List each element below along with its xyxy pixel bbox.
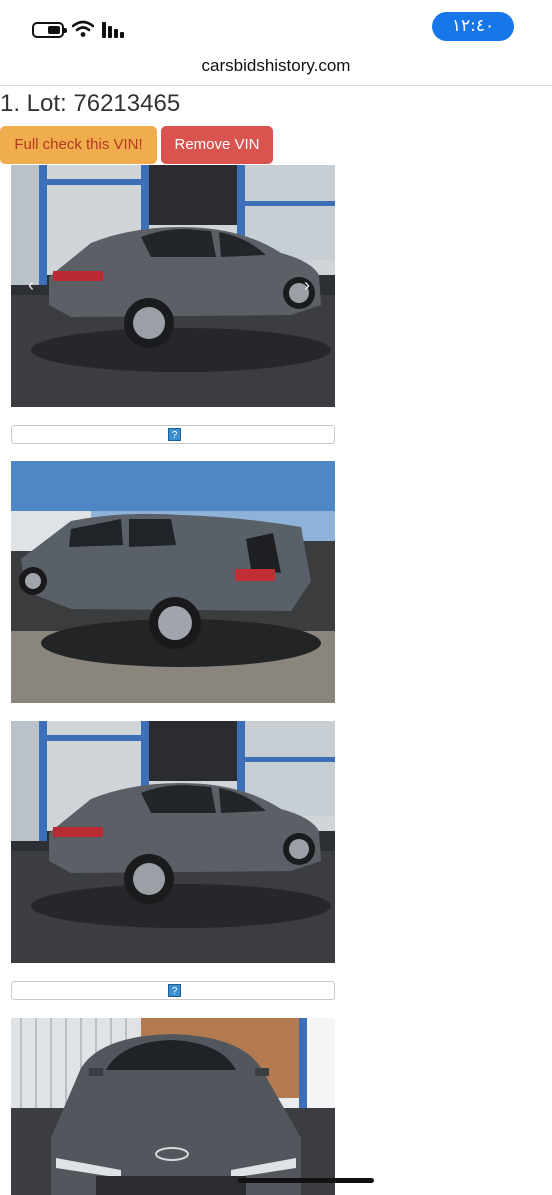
battery-icon: [32, 22, 67, 38]
car-photo-2[interactable]: [11, 461, 335, 703]
signal-icon: [102, 22, 128, 38]
status-time[interactable]: ١٢:٤٠: [432, 12, 514, 41]
wifi-icon: [72, 20, 94, 37]
remove-vin-button[interactable]: Remove VIN: [161, 126, 273, 164]
car-photo-3[interactable]: [11, 721, 335, 963]
previous-photo-icon[interactable]: ‹: [28, 276, 42, 294]
car-photo-1[interactable]: [11, 165, 335, 407]
lot-title: 1. Lot: 76213465: [0, 90, 181, 117]
help-icon[interactable]: ?: [168, 984, 181, 997]
full-check-vin-button[interactable]: Full check this VIN!: [0, 126, 157, 164]
car-photo-4[interactable]: [11, 1018, 335, 1195]
help-icon[interactable]: ?: [168, 428, 181, 441]
next-photo-icon[interactable]: ›: [304, 276, 318, 294]
address-divider: [0, 85, 552, 86]
photo-help-bar[interactable]: ?: [11, 981, 335, 1000]
photo-help-bar[interactable]: ?: [11, 425, 335, 444]
status-bar: ١٢:٤٠: [0, 0, 552, 52]
home-indicator[interactable]: [238, 1178, 374, 1183]
address-bar[interactable]: carsbidshistory.com: [0, 56, 552, 76]
